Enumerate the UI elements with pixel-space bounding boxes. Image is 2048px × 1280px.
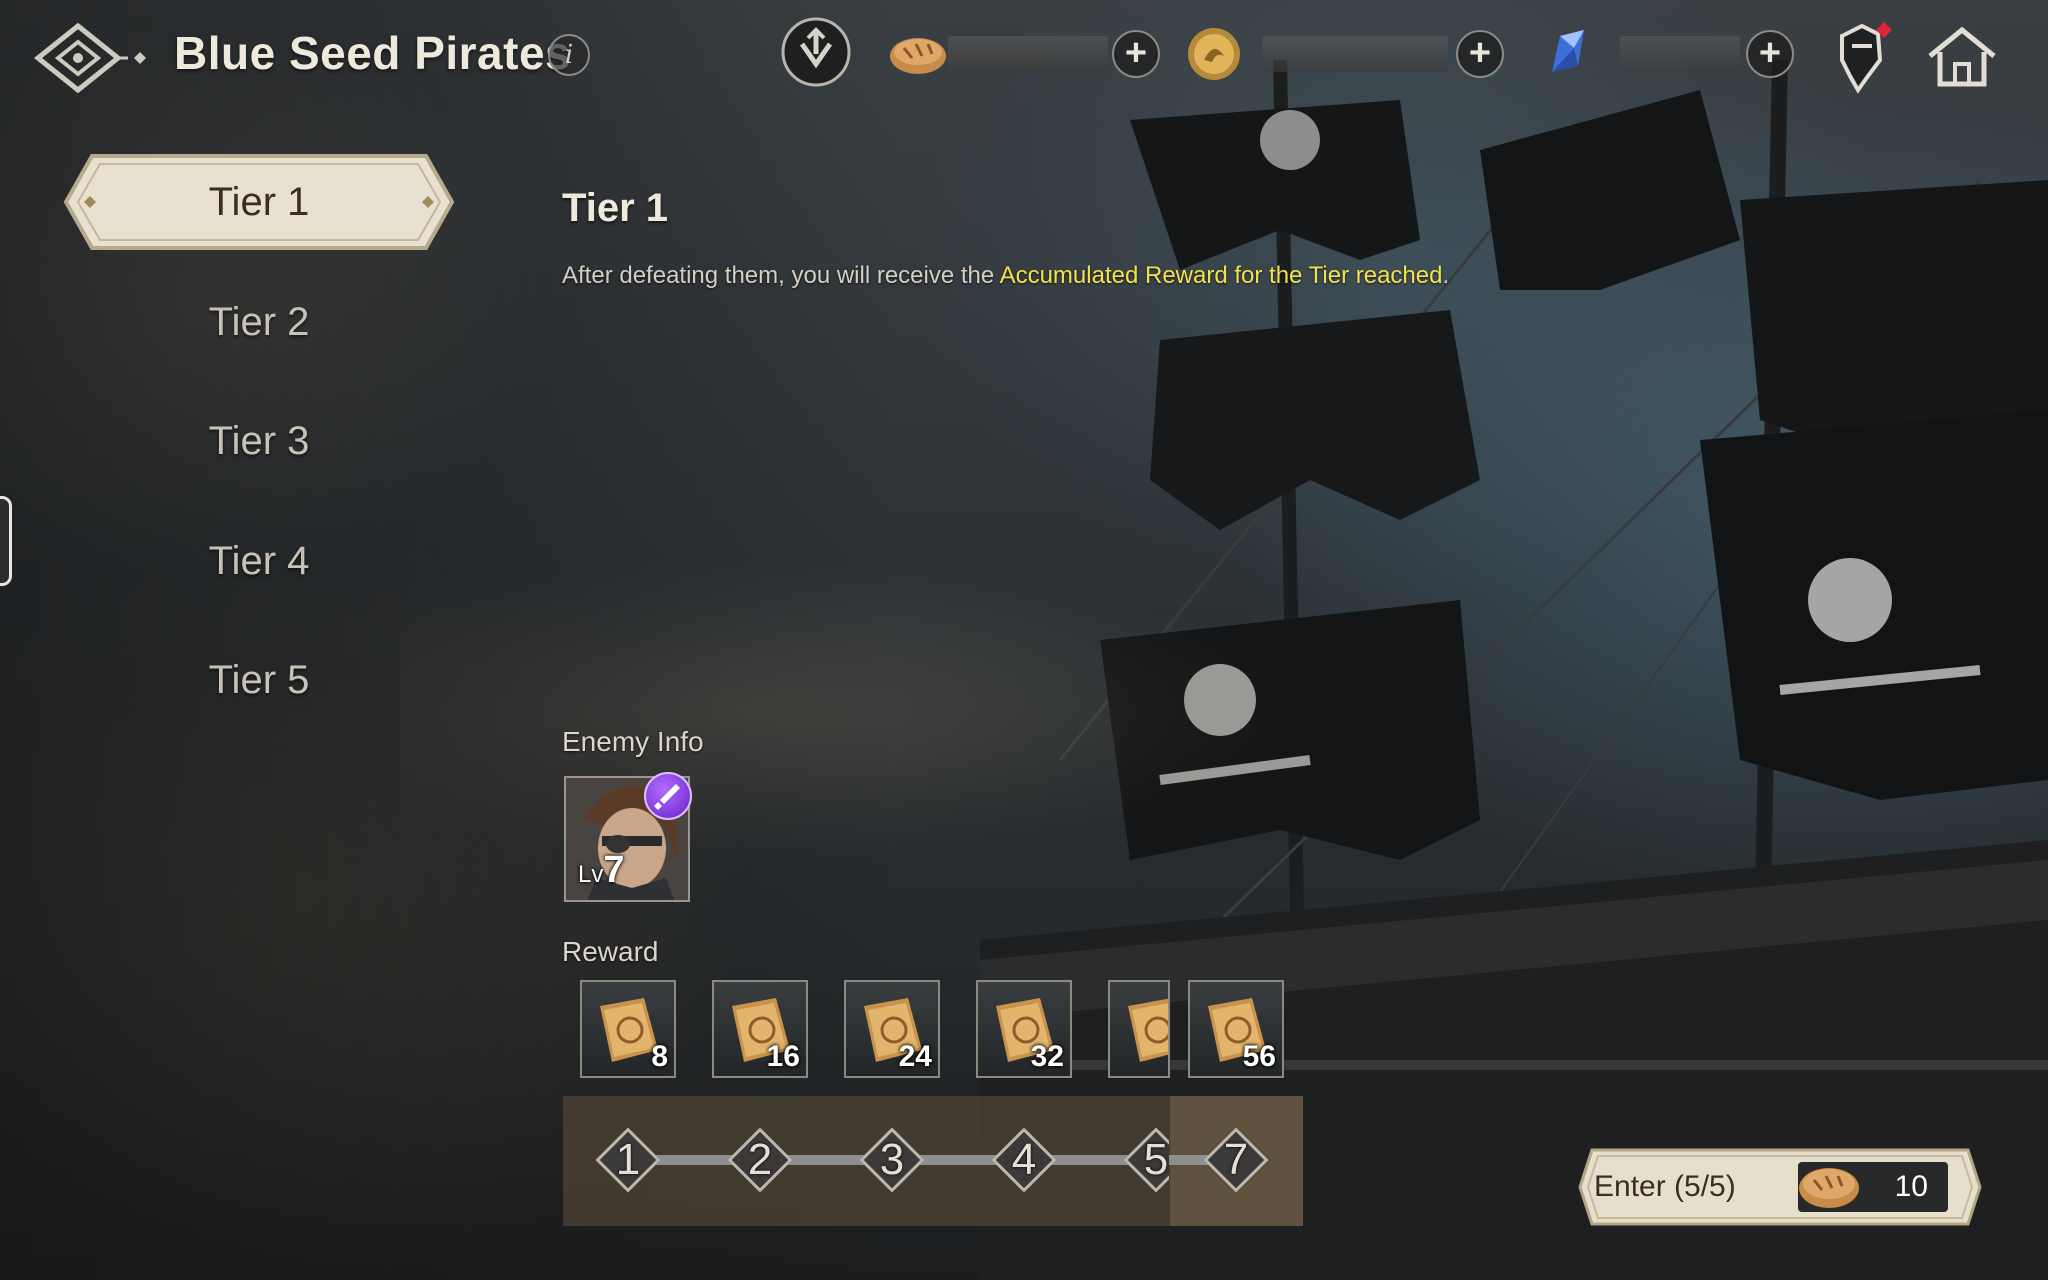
gold-amount-bar (1262, 36, 1448, 72)
node-number: 3 (879, 1135, 905, 1184)
progress-node[interactable]: 4 (989, 1125, 1059, 1195)
desc-suffix: . (1442, 262, 1450, 289)
tier-tab-4[interactable]: Tier 4 (62, 511, 456, 611)
crystal-amount-bar (1620, 36, 1740, 72)
node-number: 2 (747, 1135, 773, 1184)
tier-description: After defeating them, you will receive t… (562, 262, 1449, 290)
character-helmet-icon[interactable] (1828, 16, 1898, 96)
tier-label: Tier 4 (208, 538, 310, 583)
node-number: 5 (1143, 1135, 1169, 1184)
reward-item[interactable]: 24 (844, 980, 940, 1078)
desc-text: After defeating them, you will receive t… (562, 262, 1000, 289)
progress-node-partial[interactable]: 5 (1121, 1125, 1169, 1195)
edge-drawer-handle[interactable] (0, 496, 12, 586)
reward-item[interactable]: 8 (580, 980, 676, 1078)
progress-node[interactable]: 2 (725, 1125, 795, 1195)
reward-count: 32 (1030, 1040, 1064, 1073)
enemy-info-label: Enemy Info (562, 726, 704, 757)
tier-label: Tier 3 (208, 419, 310, 463)
node-number: 4 (1011, 1135, 1037, 1184)
tier-tab-5[interactable]: Tier 5 (62, 630, 456, 730)
tier-label: Tier 2 (208, 299, 310, 344)
tier-label: Tier 1 (208, 180, 310, 224)
reward-item-partial[interactable] (1108, 980, 1170, 1078)
level-prefix: Lv (578, 861, 604, 888)
progress-node-final[interactable]: 7 (1201, 1125, 1271, 1195)
progress-node[interactable]: 3 (857, 1125, 927, 1195)
level-value: 7 (603, 849, 625, 891)
gold-add-button[interactable]: + (1456, 30, 1504, 78)
reward-count: 8 (651, 1040, 668, 1073)
crystal-add-button[interactable]: + (1746, 30, 1794, 78)
back-button[interactable] (28, 18, 158, 98)
skill-book-icon (1128, 998, 1168, 1062)
reward-list: 8 16 24 32 56 (580, 980, 1300, 1078)
resource-gold: + (1184, 26, 1514, 82)
info-button[interactable]: i (548, 34, 590, 76)
bread-add-button[interactable]: + (1112, 30, 1160, 78)
page-title: Blue Seed Pirates (174, 27, 572, 79)
node-number: 7 (1223, 1135, 1249, 1184)
resource-crystal: + (1538, 26, 1808, 82)
node-number: 1 (615, 1135, 641, 1184)
reward-count: 56 (1242, 1040, 1276, 1073)
gold-coin-icon (1188, 28, 1240, 80)
tier-heading: Tier 1 (562, 186, 668, 230)
tier-tab-1[interactable]: Tier 1 (62, 152, 456, 252)
desc-highlight: Accumulated Reward for the Tier reached (999, 262, 1443, 289)
enter-label: Enter (5/5) (1594, 1170, 1736, 1203)
reward-item[interactable]: 16 (712, 980, 808, 1078)
rank-emblem-icon[interactable] (780, 16, 852, 88)
progress-node[interactable]: 1 (593, 1125, 663, 1195)
tier-label: Tier 5 (208, 658, 310, 702)
tier-tab-2[interactable]: Tier 2 (62, 272, 456, 372)
blue-crystal-icon (1552, 30, 1584, 72)
top-bar: Blue Seed Pirates i + + + (0, 0, 2048, 110)
tier-list: Tier 1 Tier 2 Tier 3 Tier 4 Tier 5 (62, 152, 456, 750)
reward-label: Reward (562, 936, 659, 967)
enter-cost: 10 (1894, 1170, 1928, 1203)
bread-icon (890, 38, 946, 74)
reward-count: 24 (898, 1040, 932, 1073)
tier-tab-3[interactable]: Tier 3 (62, 391, 456, 491)
back-arrow-icon (33, 22, 146, 94)
enemy-class-badge (644, 772, 692, 820)
enter-button[interactable]: Enter (5/5) 10 (1578, 1148, 1982, 1226)
dagger-icon (654, 784, 680, 810)
home-icon[interactable] (1922, 24, 2002, 90)
bread-amount-bar (948, 36, 1108, 72)
reward-item[interactable]: 32 (976, 980, 1072, 1078)
reward-count: 16 (766, 1040, 800, 1073)
resource-bread: + (888, 26, 1164, 82)
bread-icon (1799, 1168, 1859, 1208)
reward-item-final[interactable]: 56 (1188, 980, 1284, 1078)
enemy-level: Lv7 (578, 849, 625, 892)
